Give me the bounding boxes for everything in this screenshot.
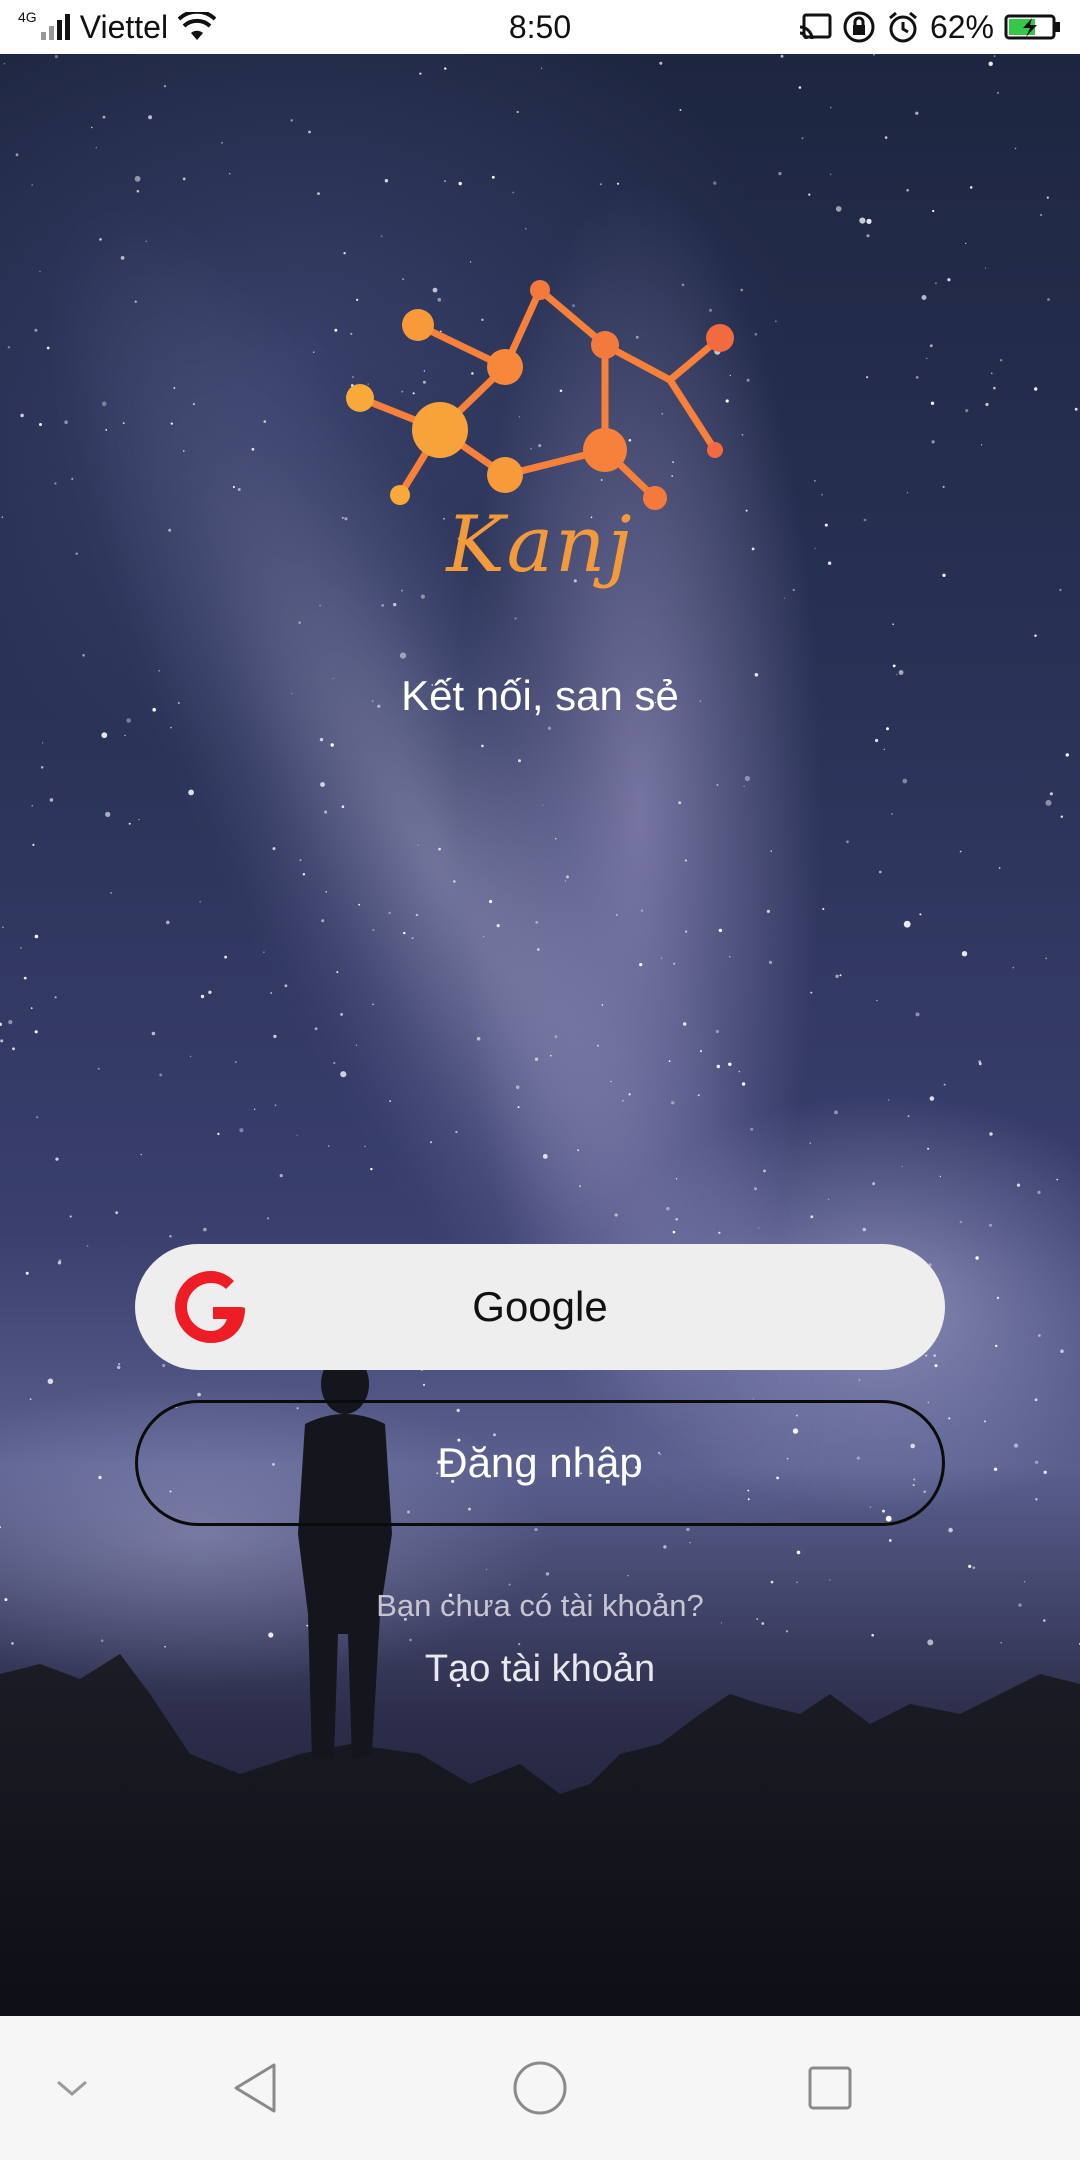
google-button-label: Google xyxy=(472,1283,608,1330)
home-icon xyxy=(513,2061,567,2115)
back-icon xyxy=(234,2063,276,2113)
carrier-name: Viettel xyxy=(79,8,169,45)
alarm-icon xyxy=(888,11,917,43)
hide-nav-button[interactable] xyxy=(30,2016,114,2160)
google-sign-in-button[interactable]: Google xyxy=(135,1244,945,1370)
battery-percent: 62% xyxy=(929,8,994,45)
cast-icon xyxy=(799,13,832,40)
login-button-label: Đăng nhập xyxy=(437,1439,643,1486)
logo-wordmark: Kanj xyxy=(446,500,634,590)
login-button[interactable]: Đăng nhập xyxy=(135,1400,945,1526)
home-button[interactable] xyxy=(495,2016,585,2160)
signal-icon xyxy=(40,14,70,40)
navigation-bar xyxy=(0,2016,1080,2160)
back-button[interactable] xyxy=(210,2016,300,2160)
create-account-link[interactable]: Tạo tài khoản xyxy=(390,1648,690,1698)
hide-nav-icon xyxy=(57,2080,87,2096)
status-bar: 4G Viettel 62% 8:50 xyxy=(0,0,1080,54)
wifi-icon xyxy=(178,12,217,40)
status-left: 4G Viettel xyxy=(18,0,217,54)
status-right: 62% xyxy=(798,0,1062,54)
recents-icon xyxy=(808,2066,852,2110)
battery-charging-icon xyxy=(1004,14,1060,40)
tagline: Kết nối, san sẻ xyxy=(401,672,679,719)
recents-button[interactable] xyxy=(785,2016,875,2160)
login-screen: 4G Viettel 62% 8:50 Kanj Kết nối, san sẻ… xyxy=(0,0,1080,2160)
network-type: 4G xyxy=(18,9,37,25)
rotation-lock-icon xyxy=(843,11,875,43)
no-account-prompt: Bạn chưa có tài khoản? xyxy=(376,1588,704,1623)
